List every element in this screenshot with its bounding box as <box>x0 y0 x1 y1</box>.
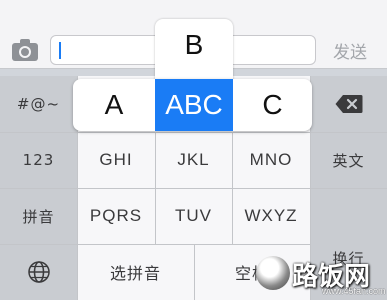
globe-key[interactable] <box>0 244 77 300</box>
delete-icon <box>335 95 362 113</box>
symbols-key[interactable]: #@~ <box>0 76 77 132</box>
key-jkl[interactable]: JKL <box>155 132 232 188</box>
english-key[interactable]: 英文 <box>310 132 387 188</box>
popup-option-c[interactable]: C <box>233 79 312 131</box>
delete-key[interactable] <box>310 76 387 132</box>
popup-option-a[interactable]: A <box>73 79 155 131</box>
numbers-key[interactable]: 123 <box>0 132 77 188</box>
key-mno[interactable]: MNO <box>232 132 310 188</box>
popup-option-b[interactable]: B <box>155 29 233 61</box>
key-wxyz[interactable]: WXYZ <box>232 188 310 244</box>
popup-option-abc[interactable]: ABC <box>155 79 233 131</box>
select-pinyin-key[interactable]: 选拼音 <box>77 244 194 300</box>
camera-icon[interactable] <box>10 36 40 64</box>
pinyin-key[interactable]: 拼音 <box>0 188 77 244</box>
key-pqrs[interactable]: PQRS <box>77 188 155 244</box>
watermark-logo-icon <box>256 256 290 290</box>
watermark-url: www.45fan.com <box>322 286 386 296</box>
text-caret <box>59 42 61 59</box>
key-ghi[interactable]: GHI <box>77 132 155 188</box>
send-button[interactable]: 发送 <box>333 38 367 63</box>
key-tuv[interactable]: TUV <box>155 188 232 244</box>
key-popup: A ABC C <box>73 79 312 131</box>
popup-top-option[interactable]: B <box>155 19 233 85</box>
globe-icon <box>27 261 50 283</box>
